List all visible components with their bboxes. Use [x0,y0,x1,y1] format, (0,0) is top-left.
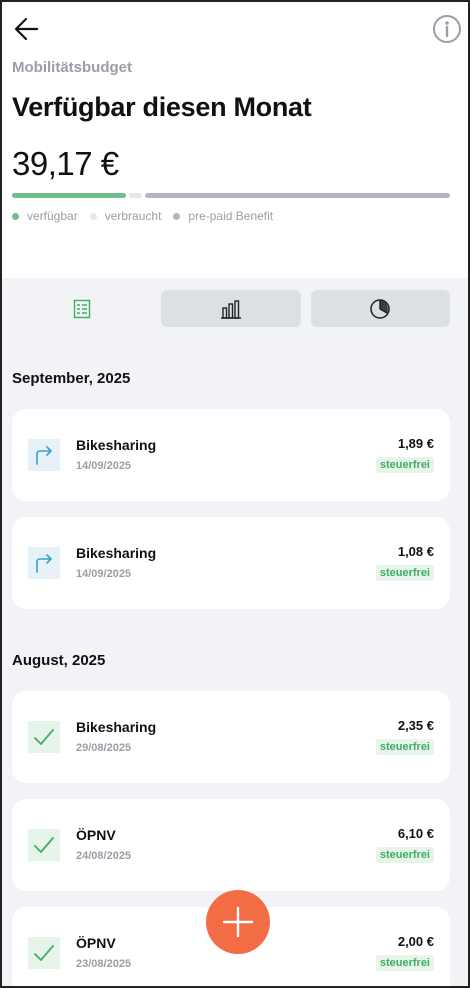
budget-bar-available [12,193,126,198]
transaction-date: 14/09/2025 [76,460,132,472]
checkmark-icon [28,937,60,969]
legend-label: verbraucht [104,209,162,223]
legend-dot-used [89,212,97,220]
tax-badge: steuerfrei [375,457,434,473]
available-amount: 39,17 € [12,145,119,182]
legend-used: verbraucht [89,209,162,223]
legend-label: verfügbar [27,209,78,223]
tax-badge: steuerfrei [375,955,434,971]
transaction-card[interactable]: Bikesharing 29/08/2025 2,35 € steuerfrei [12,691,450,783]
arrow-left-icon [14,17,39,41]
transaction-name: ÖPNV [76,935,116,951]
plus-icon [222,906,254,938]
transaction-name: Bikesharing [76,545,157,561]
info-icon [433,15,461,43]
transaction-amount: 1,89 € [397,436,434,451]
transaction-name: Bikesharing [76,437,157,453]
page-subtitle: Mobilitätsbudget [12,59,132,76]
tab-list[interactable] [12,290,151,327]
tab-pie-chart[interactable] [310,290,450,327]
transaction-date: 29/08/2025 [76,742,132,754]
transaction-amount: 1,08 € [397,544,434,559]
checkmark-icon [28,721,60,753]
transaction-card[interactable]: Bikesharing 14/09/2025 1,89 € steuerfrei [12,409,450,501]
page-title: Verfügbar diesen Monat [12,92,312,122]
section-title: August, 2025 [12,652,106,669]
budget-legend: verfügbar verbraucht pre-paid Benefit [12,209,273,223]
info-button[interactable] [432,14,462,44]
transaction-amount: 2,35 € [397,718,434,733]
tax-badge: steuerfrei [375,565,434,581]
app-screen: Mobilitätsbudget Verfügbar diesen Monat … [0,0,470,988]
transaction-amount: 6,10 € [397,826,434,841]
budget-header: Mobilitätsbudget Verfügbar diesen Monat … [2,2,468,278]
budget-bar-prepaid [145,193,450,198]
legend-prepaid: pre-paid Benefit [173,209,273,223]
transaction-name: ÖPNV [76,827,116,843]
back-button[interactable] [12,14,42,44]
legend-available: verfügbar [12,209,78,223]
transaction-amount: 2,00 € [397,934,434,949]
transaction-date: 23/08/2025 [76,958,132,970]
legend-dot-available [12,212,19,220]
list-icon [73,299,90,318]
bar-chart-icon [220,299,241,319]
tax-badge: steuerfrei [375,847,434,863]
section-title: September, 2025 [12,370,131,387]
budget-bar-used [129,193,142,198]
transaction-card[interactable]: Bikesharing 14/09/2025 1,08 € steuerfrei [12,517,450,609]
transaction-date: 14/09/2025 [76,568,132,580]
arrow-turn-right-icon [28,439,60,471]
view-tabs [12,290,450,327]
tab-bar-chart[interactable] [161,290,301,327]
transaction-date: 24/08/2025 [76,850,132,862]
pie-chart-icon [370,298,391,319]
legend-label: pre-paid Benefit [188,209,274,223]
transaction-card[interactable]: ÖPNV 24/08/2025 6,10 € steuerfrei [12,799,450,891]
tax-badge: steuerfrei [375,739,434,755]
add-button[interactable] [206,890,270,954]
checkmark-icon [28,829,60,861]
transaction-name: Bikesharing [76,719,157,735]
arrow-turn-right-icon [28,547,60,579]
legend-dot-prepaid [173,212,181,220]
